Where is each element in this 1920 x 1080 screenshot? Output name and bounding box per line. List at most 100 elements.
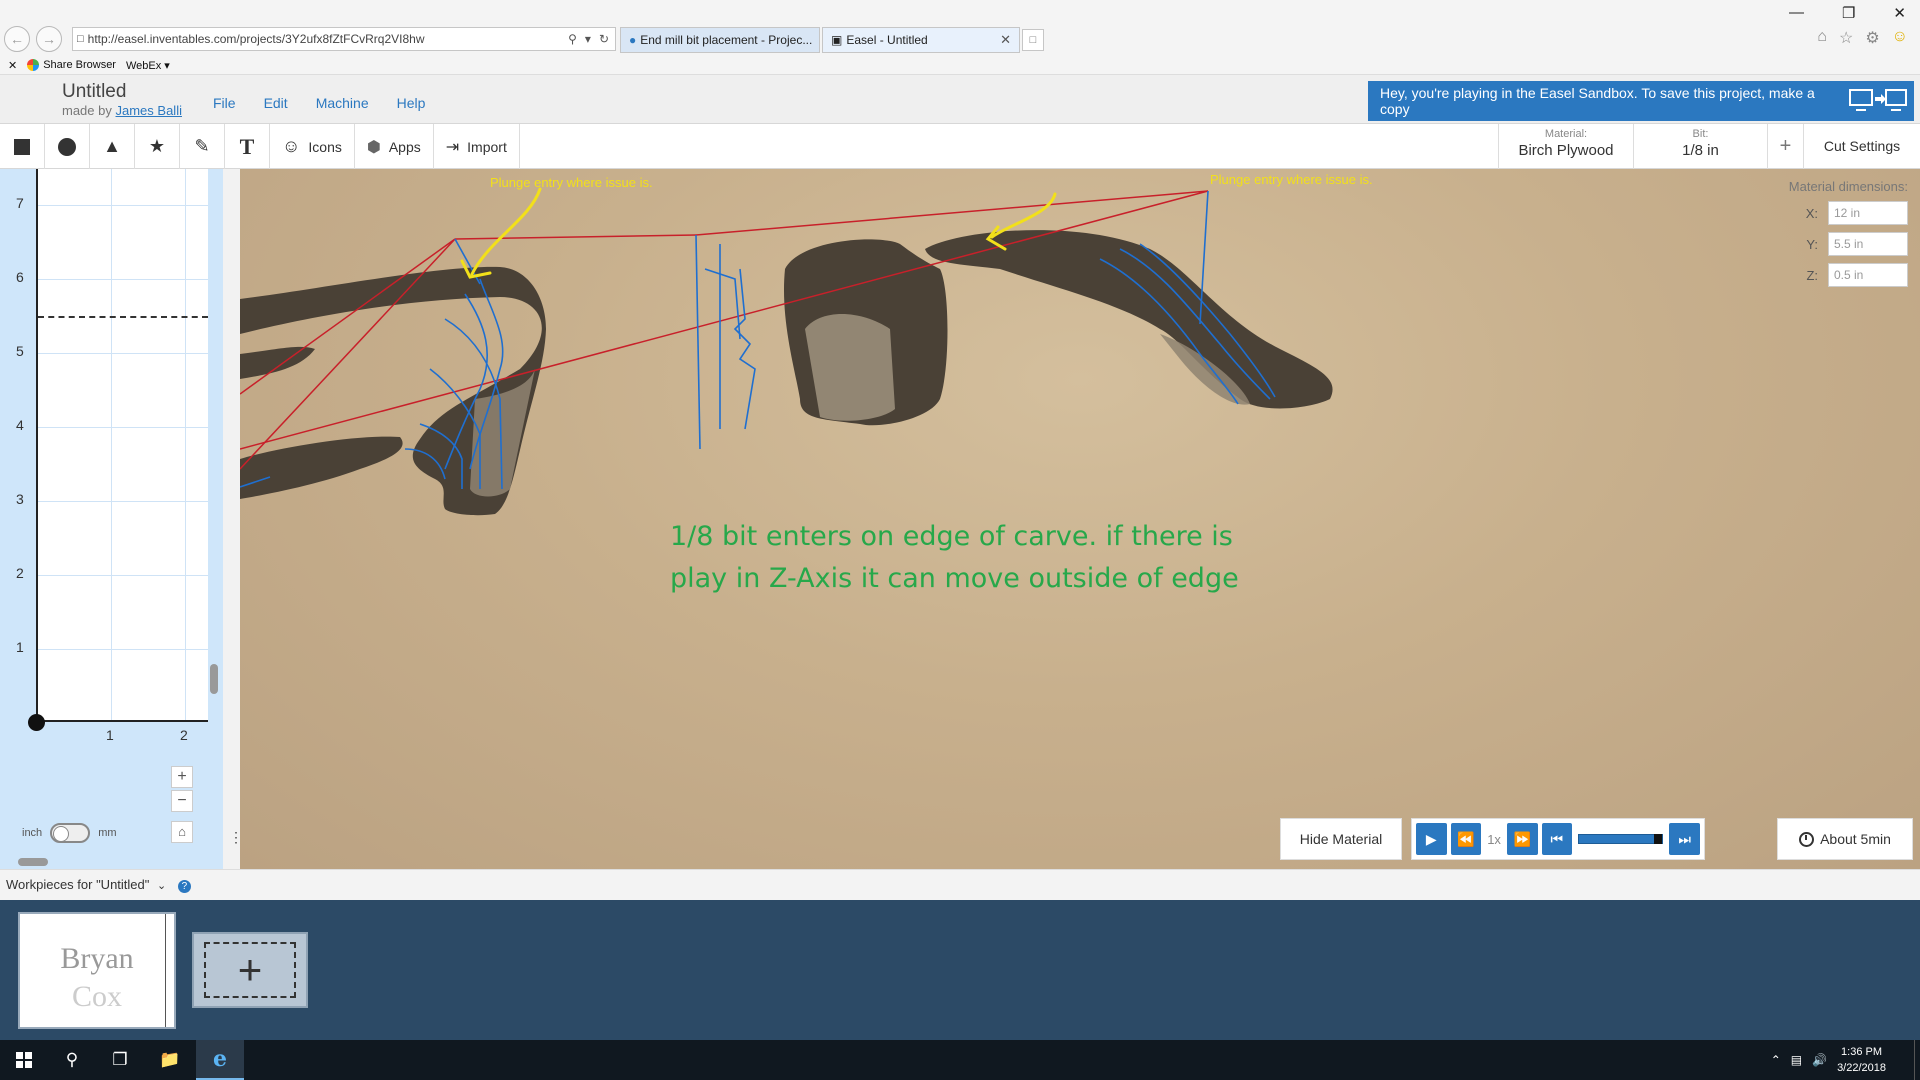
plunge-annotation-right: Plunge entry where issue is. bbox=[1210, 172, 1373, 187]
minimize-icon[interactable]: — bbox=[1789, 4, 1804, 22]
design-canvas[interactable]: 7 6 5 4 3 2 1 1 2 + − ⌂ inch mm bbox=[0, 169, 223, 869]
carve-shape-left-lower bbox=[240, 436, 403, 499]
task-view-icon[interactable]: ❐ bbox=[96, 1040, 144, 1080]
import-icon: ⇥ bbox=[445, 138, 460, 156]
zoom-out-button[interactable]: − bbox=[171, 790, 193, 812]
square-icon bbox=[14, 138, 30, 155]
time-estimate[interactable]: About 5min bbox=[1777, 818, 1913, 860]
workpieces-tray: Bryan Cox + bbox=[0, 900, 1920, 1040]
tab-label: Easel - Untitled bbox=[846, 33, 928, 47]
y-tick: 1 bbox=[16, 639, 24, 655]
menu-edit[interactable]: Edit bbox=[264, 95, 288, 111]
square-tool[interactable] bbox=[0, 124, 45, 169]
internet-explorer-icon[interactable]: e bbox=[196, 1040, 244, 1080]
start-button[interactable] bbox=[0, 1040, 48, 1080]
horizontal-scrollbar[interactable] bbox=[18, 858, 48, 866]
webex-link[interactable]: WebEx ▾ bbox=[126, 59, 170, 72]
play-button[interactable]: ▶ bbox=[1416, 823, 1447, 855]
skip-end-button[interactable]: ⏭ bbox=[1669, 823, 1700, 855]
y-tick: 7 bbox=[16, 195, 24, 211]
slower-button[interactable]: ⏪ bbox=[1450, 823, 1482, 855]
network-icon[interactable]: ▤ bbox=[1791, 1053, 1802, 1067]
hide-material-button[interactable]: Hide Material bbox=[1280, 818, 1402, 860]
taskbar-clock[interactable]: 1:36 PM 3/22/2018 bbox=[1837, 1044, 1886, 1076]
close-favbar-icon[interactable]: ✕ bbox=[8, 59, 17, 72]
tray-overflow-icon[interactable]: ⌃ bbox=[1771, 1053, 1781, 1067]
menu-file[interactable]: File bbox=[213, 95, 236, 111]
smiley-icon: ☺ bbox=[282, 136, 301, 156]
skip-start-button[interactable]: ⏮ bbox=[1541, 823, 1573, 855]
favorites-star-icon[interactable]: ☆ bbox=[1839, 28, 1853, 48]
new-tab-button[interactable]: □ bbox=[1022, 29, 1044, 51]
progress-knob[interactable] bbox=[1654, 834, 1663, 844]
origin-marker[interactable] bbox=[28, 714, 45, 731]
easel-header: Untitled made by James Balli File Edit M… bbox=[0, 75, 1920, 124]
pen-tool[interactable]: ✎ bbox=[180, 124, 225, 169]
panel-splitter[interactable]: ⋮ bbox=[223, 169, 243, 869]
y-tick: 6 bbox=[16, 269, 24, 285]
file-explorer-icon[interactable]: 📁 bbox=[146, 1040, 194, 1080]
author-link[interactable]: James Balli bbox=[116, 103, 182, 118]
refresh-icon[interactable]: ↻ bbox=[599, 32, 609, 46]
zoom-in-button[interactable]: + bbox=[171, 766, 193, 788]
workpiece-thumbnail[interactable]: Bryan Cox bbox=[18, 912, 176, 1029]
settings-gear-icon[interactable]: ⚙ bbox=[1865, 28, 1879, 48]
material-x-input[interactable]: 12 in bbox=[1828, 201, 1908, 225]
home-view-button[interactable]: ⌂ bbox=[171, 821, 193, 843]
star-tool[interactable]: ★ bbox=[135, 124, 180, 169]
apps-tool[interactable]: ⬢ Apps bbox=[355, 124, 434, 169]
chevron-down-icon[interactable]: ⌄ bbox=[157, 880, 166, 892]
address-bar[interactable]: □ http://easel.inventables.com/projects/… bbox=[72, 27, 616, 51]
search-taskbar-icon[interactable]: ⚲ bbox=[48, 1040, 96, 1080]
unit-switch[interactable] bbox=[50, 823, 91, 843]
make-copy-icon[interactable] bbox=[1848, 86, 1908, 116]
close-window-icon[interactable]: ✕ bbox=[1893, 4, 1906, 22]
x-tick: 1 bbox=[106, 727, 114, 743]
progress-slider[interactable] bbox=[1578, 834, 1664, 844]
y-tick: 3 bbox=[16, 491, 24, 507]
dropdown-icon[interactable]: ▾ bbox=[585, 32, 591, 46]
cut-settings-button[interactable]: Cut Settings bbox=[1803, 124, 1920, 169]
home-icon[interactable]: ⌂ bbox=[1817, 28, 1827, 48]
sandbox-banner[interactable]: Hey, you're playing in the Easel Sandbox… bbox=[1368, 81, 1914, 121]
search-icon[interactable]: ⚲ bbox=[568, 32, 577, 46]
workpieces-bar[interactable]: Workpieces for "Untitled" ⌄ ? bbox=[0, 869, 1920, 900]
page-icon: □ bbox=[77, 33, 84, 45]
back-button[interactable]: ← bbox=[4, 26, 30, 52]
feedback-smiley-icon[interactable]: ☺ bbox=[1892, 28, 1908, 48]
triangle-tool[interactable]: ▲ bbox=[90, 124, 135, 169]
vertical-scrollbar[interactable] bbox=[210, 664, 218, 694]
show-desktop-button[interactable] bbox=[1914, 1040, 1920, 1080]
restore-icon[interactable]: ❐ bbox=[1842, 4, 1855, 22]
unit-toggle[interactable]: inch mm bbox=[22, 823, 117, 843]
text-tool[interactable]: T bbox=[225, 124, 270, 169]
circle-tool[interactable] bbox=[45, 124, 90, 169]
add-bit-button[interactable]: + bbox=[1767, 124, 1803, 169]
faster-button[interactable]: ⏩ bbox=[1506, 823, 1538, 855]
bit-selector[interactable]: Bit: 1/8 in bbox=[1633, 124, 1767, 169]
share-browser-link[interactable]: Share Browser bbox=[27, 59, 116, 71]
icons-tool[interactable]: ☺ Icons bbox=[270, 124, 355, 169]
menu-machine[interactable]: Machine bbox=[316, 95, 369, 111]
browser-chrome: ← → □ http://easel.inventables.com/proje… bbox=[0, 0, 1920, 56]
project-title[interactable]: Untitled bbox=[62, 81, 126, 103]
add-workpiece-button[interactable]: + bbox=[192, 932, 308, 1008]
tab-easel[interactable]: ▣ Easel - Untitled ✕ bbox=[822, 27, 1020, 53]
material-z-input[interactable]: 0.5 in bbox=[1828, 263, 1908, 287]
y-tick: 5 bbox=[16, 343, 24, 359]
tab-end-mill[interactable]: ● End mill bit placement - Projec... bbox=[620, 27, 820, 53]
close-tab-icon[interactable]: ✕ bbox=[1000, 32, 1011, 48]
material-y-input[interactable]: 5.5 in bbox=[1828, 232, 1908, 256]
material-selector[interactable]: Material: Birch Plywood bbox=[1498, 124, 1633, 169]
import-tool[interactable]: ⇥ Import bbox=[434, 124, 520, 169]
design-toolbar: ▲ ★ ✎ T ☺ Icons ⬢ Apps ⇥ Import Material… bbox=[0, 124, 1920, 169]
toolpath-preview[interactable]: Plunge entry where issue is. Plunge entr… bbox=[240, 169, 1920, 869]
pen-icon: ✎ bbox=[194, 136, 210, 156]
plunge-annotation-left: Plunge entry where issue is. bbox=[490, 175, 653, 190]
volume-icon[interactable]: 🔊 bbox=[1812, 1053, 1827, 1067]
y-tick: 4 bbox=[16, 417, 24, 433]
forward-button[interactable]: → bbox=[36, 26, 62, 52]
project-author: made by James Balli bbox=[62, 103, 182, 118]
help-icon[interactable]: ? bbox=[177, 880, 191, 893]
menu-help[interactable]: Help bbox=[397, 95, 426, 111]
